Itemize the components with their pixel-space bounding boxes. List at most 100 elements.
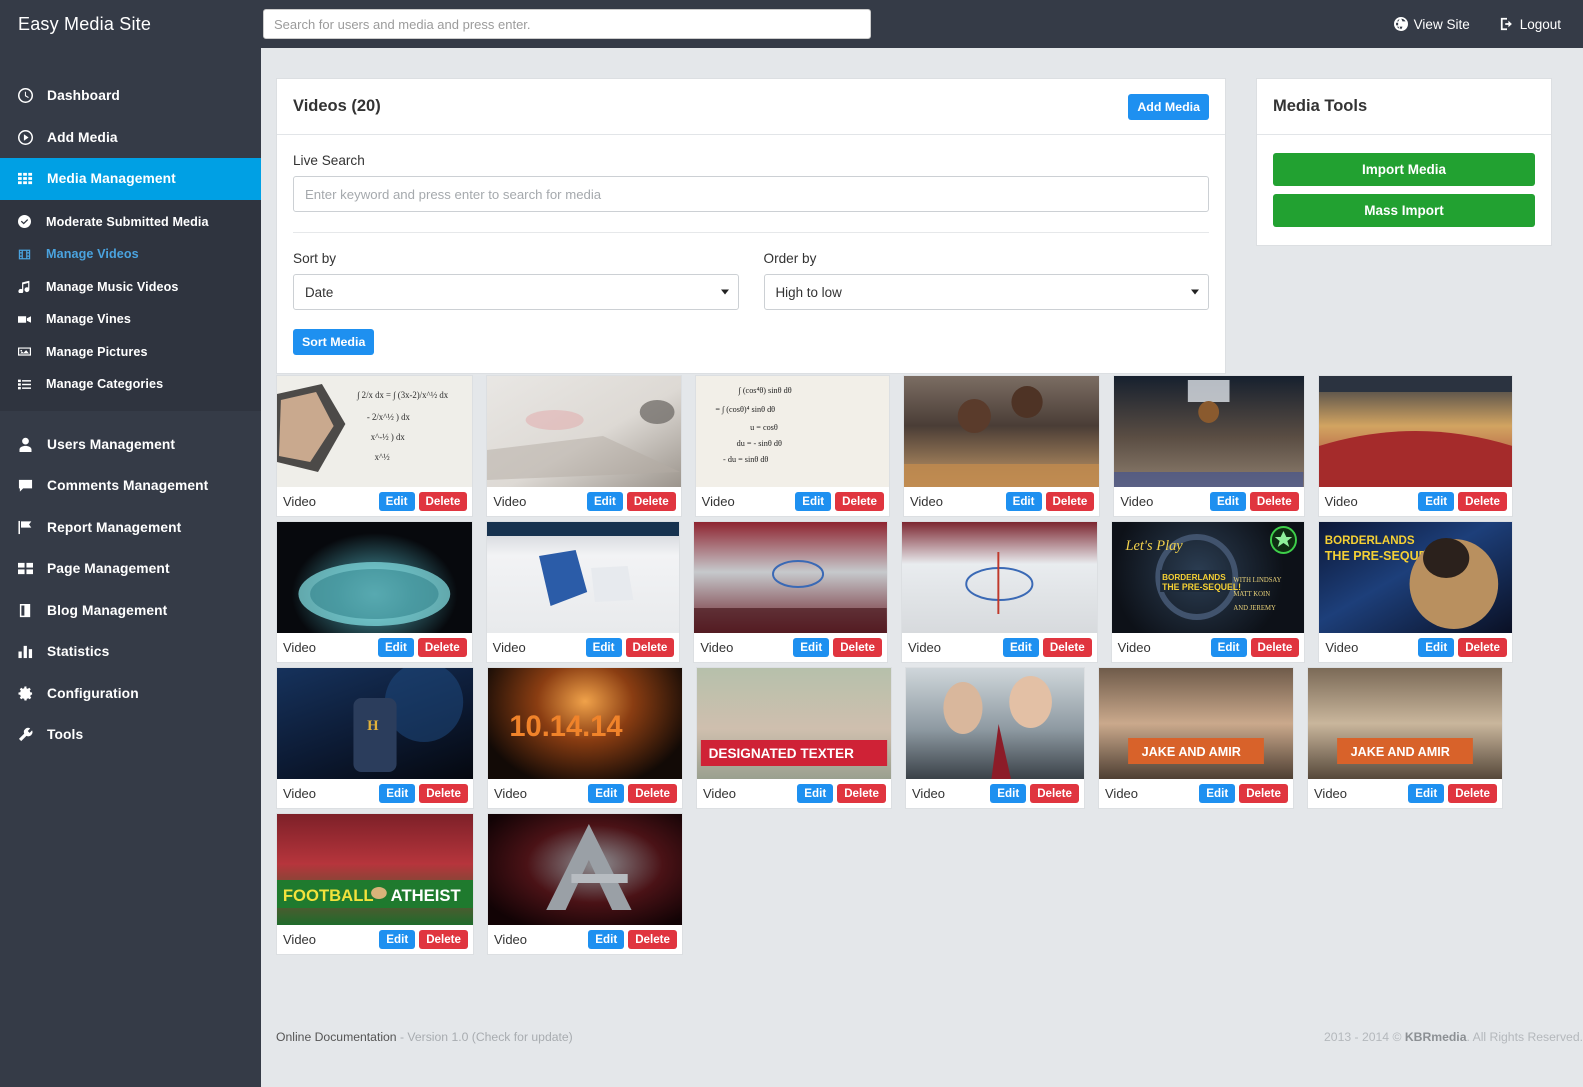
video-thumbnail[interactable] xyxy=(902,522,1097,633)
video-thumbnail[interactable]: H xyxy=(277,668,473,779)
video-card[interactable]: Video Edit Delete xyxy=(486,375,682,517)
online-documentation-link[interactable]: Online Documentation xyxy=(276,1030,397,1044)
sidebar-item-statistics[interactable]: Statistics xyxy=(0,631,261,673)
sidebar-item-report-management[interactable]: Report Management xyxy=(0,507,261,549)
video-thumbnail[interactable] xyxy=(694,522,887,633)
delete-video-button[interactable]: Delete xyxy=(625,637,675,657)
video-thumbnail[interactable]: 10.14.14 xyxy=(488,668,682,779)
video-thumbnail[interactable]: FOOTBALL ATHEIST xyxy=(277,814,473,925)
video-card[interactable]: Video Edit Delete xyxy=(1317,375,1513,517)
edit-video-button[interactable]: Edit xyxy=(586,491,623,511)
video-card[interactable]: Video Edit Delete xyxy=(693,521,888,663)
delete-video-button[interactable]: Delete xyxy=(1458,637,1507,657)
order-by-select[interactable]: High to low xyxy=(763,274,1209,310)
video-card[interactable]: ∫ (cos⁴θ) sinθ dθ = ∫ (cosθ)⁴ sinθ dθ u = … xyxy=(694,375,890,517)
live-search-input[interactable] xyxy=(293,176,1209,212)
video-thumbnail[interactable] xyxy=(1318,376,1512,487)
delete-video-button[interactable]: Delete xyxy=(1042,637,1092,657)
sidebar-item-blog-management[interactable]: Blog Management xyxy=(0,590,261,632)
edit-video-button[interactable]: Edit xyxy=(1199,783,1236,803)
delete-video-button[interactable]: Delete xyxy=(1250,637,1300,657)
sidebar-item-tools[interactable]: Tools xyxy=(0,714,261,756)
edit-video-button[interactable]: Edit xyxy=(797,783,834,803)
video-thumbnail[interactable] xyxy=(487,376,681,487)
video-card[interactable]: H Video Edit Delete xyxy=(276,667,474,809)
logout-link[interactable]: Logout xyxy=(1500,17,1561,32)
video-card[interactable]: ∫ 2/x dx = ∫ (3x-2)/x^½ dx - 2/x^½ ) dx x^… xyxy=(276,375,474,517)
video-card[interactable]: FOOTBALL ATHEIST Video Edit Delete xyxy=(276,813,474,955)
video-card[interactable]: Video Edit Delete xyxy=(485,521,681,663)
video-thumbnail[interactable] xyxy=(486,522,680,633)
video-thumbnail[interactable]: BORDERLANDS THE PRE-SEQUEL! xyxy=(1319,522,1512,633)
sidebar-item-moderate-submitted-media[interactable]: Moderate Submitted Media xyxy=(0,206,261,239)
view-site-link[interactable]: View Site xyxy=(1393,17,1470,32)
edit-video-button[interactable]: Edit xyxy=(1418,637,1455,657)
video-card[interactable]: Let's Play BORDERLANDS THE PRE-SEQUEL! WITH… xyxy=(1110,521,1306,663)
edit-video-button[interactable]: Edit xyxy=(379,929,416,949)
sidebar-item-add-media[interactable]: Add Media xyxy=(0,117,261,159)
video-thumbnail[interactable]: JAKE AND AMIR xyxy=(1308,668,1502,779)
video-card[interactable]: Video Edit Delete xyxy=(487,813,683,955)
video-card[interactable]: Video Edit Delete xyxy=(276,521,473,663)
video-thumbnail[interactable]: JAKE AND AMIR xyxy=(1099,668,1293,779)
sidebar-item-configuration[interactable]: Configuration xyxy=(0,673,261,715)
delete-video-button[interactable]: Delete xyxy=(626,491,676,511)
sidebar-item-comments-management[interactable]: Comments Management xyxy=(0,465,261,507)
sidebar-item-users-management[interactable]: Users Management xyxy=(0,424,261,466)
edit-video-button[interactable]: Edit xyxy=(379,783,416,803)
video-thumbnail[interactable]: ∫ 2/x dx = ∫ (3x-2)/x^½ dx - 2/x^½ ) dx x^… xyxy=(277,376,473,487)
delete-video-button[interactable]: Delete xyxy=(628,929,677,949)
sidebar-item-dashboard[interactable]: Dashboard xyxy=(0,75,261,117)
delete-video-button[interactable]: Delete xyxy=(1448,783,1497,803)
edit-video-button[interactable]: Edit xyxy=(588,783,625,803)
edit-video-button[interactable]: Edit xyxy=(588,929,625,949)
delete-video-button[interactable]: Delete xyxy=(1045,491,1095,511)
edit-video-button[interactable]: Edit xyxy=(1209,491,1246,511)
video-card[interactable]: JAKE AND AMIR Video Edit Delete xyxy=(1307,667,1503,809)
video-card[interactable]: Video Edit Delete xyxy=(901,521,1098,663)
sidebar-item-manage-videos[interactable]: Manage Videos xyxy=(0,238,261,271)
sort-media-button[interactable]: Sort Media xyxy=(293,329,375,355)
video-card[interactable]: 10.14.14 Video Edit Delete xyxy=(487,667,683,809)
sort-by-select[interactable]: Date xyxy=(293,274,739,310)
mass-import-button[interactable]: Mass Import xyxy=(1273,194,1535,227)
delete-video-button[interactable]: Delete xyxy=(1030,783,1079,803)
delete-video-button[interactable]: Delete xyxy=(833,637,882,657)
video-card[interactable]: Video Edit Delete xyxy=(905,667,1085,809)
video-thumbnail[interactable] xyxy=(906,668,1084,779)
delete-video-button[interactable]: Delete xyxy=(1458,491,1507,511)
sidebar-item-page-management[interactable]: Page Management xyxy=(0,548,261,590)
delete-video-button[interactable]: Delete xyxy=(837,783,886,803)
video-card[interactable]: Video Edit Delete xyxy=(1113,375,1305,517)
edit-video-button[interactable]: Edit xyxy=(377,637,414,657)
delete-video-button[interactable]: Delete xyxy=(417,637,467,657)
sidebar-item-manage-categories[interactable]: Manage Categories xyxy=(0,368,261,401)
video-thumbnail[interactable]: Let's Play BORDERLANDS THE PRE-SEQUEL! WITH… xyxy=(1111,522,1305,633)
sidebar-item-media-management[interactable]: Media Management xyxy=(0,158,261,200)
edit-video-button[interactable]: Edit xyxy=(990,783,1027,803)
delete-video-button[interactable]: Delete xyxy=(1239,783,1288,803)
edit-video-button[interactable]: Edit xyxy=(585,637,622,657)
video-thumbnail[interactable] xyxy=(1114,376,1304,487)
video-card[interactable]: BORDERLANDS THE PRE-SEQUEL! Video Edit Delet… xyxy=(1318,521,1513,663)
video-thumbnail[interactable]: ∫ (cos⁴θ) sinθ dθ = ∫ (cosθ)⁴ sinθ dθ u = … xyxy=(695,376,889,487)
video-thumbnail[interactable] xyxy=(277,522,472,633)
add-media-button[interactable]: Add Media xyxy=(1128,93,1209,120)
edit-video-button[interactable]: Edit xyxy=(795,491,832,511)
delete-video-button[interactable]: Delete xyxy=(1249,491,1299,511)
delete-video-button[interactable]: Delete xyxy=(419,929,468,949)
delete-video-button[interactable]: Delete xyxy=(628,783,677,803)
video-thumbnail[interactable] xyxy=(488,814,682,925)
edit-video-button[interactable]: Edit xyxy=(793,637,830,657)
edit-video-button[interactable]: Edit xyxy=(1408,783,1445,803)
video-card[interactable]: Video Edit Delete xyxy=(902,375,1101,517)
global-search-input[interactable] xyxy=(263,9,871,39)
delete-video-button[interactable]: Delete xyxy=(418,491,468,511)
delete-video-button[interactable]: Delete xyxy=(835,491,884,511)
video-thumbnail[interactable]: DESIGNATED TEXTER xyxy=(697,668,891,779)
video-card[interactable]: JAKE AND AMIR Video Edit Delete xyxy=(1098,667,1294,809)
edit-video-button[interactable]: Edit xyxy=(1418,491,1455,511)
sidebar-item-manage-vines[interactable]: Manage Vines xyxy=(0,303,261,336)
edit-video-button[interactable]: Edit xyxy=(1210,637,1247,657)
video-card[interactable]: DESIGNATED TEXTER Video Edit Delete xyxy=(696,667,892,809)
